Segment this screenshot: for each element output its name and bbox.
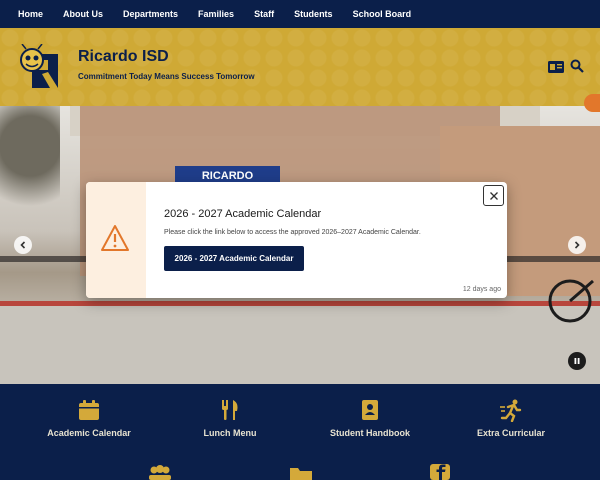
chevron-left-icon <box>20 241 26 249</box>
search-icon[interactable] <box>570 59 584 73</box>
translate-icon[interactable] <box>548 61 564 73</box>
users-icon[interactable] <box>146 464 174 480</box>
slide-pause-button[interactable] <box>568 352 586 370</box>
alert-text: Please click the link below to access th… <box>164 229 421 236</box>
calendar-icon <box>79 400 99 420</box>
yellowjacket-logo[interactable] <box>18 44 66 90</box>
quick-link-label: Extra Curricular <box>476 428 546 438</box>
handbook-icon <box>362 400 378 420</box>
nav-about-us[interactable]: About Us <box>63 9 103 19</box>
quick-links: Academic Calendar Lunch Menu Student Han… <box>0 384 600 480</box>
slide-next-button[interactable] <box>568 236 586 254</box>
nav-school-board[interactable]: School Board <box>353 9 412 19</box>
quick-link-lunch-menu[interactable]: Lunch Menu <box>165 398 295 438</box>
pause-icon <box>574 358 580 364</box>
nav-families[interactable]: Families <box>198 9 234 19</box>
close-icon <box>489 191 498 200</box>
quick-link-label: Student Handbook <box>330 428 410 438</box>
alert-timestamp: 12 days ago <box>462 286 501 293</box>
nav-students[interactable]: Students <box>294 9 333 19</box>
nav-home[interactable]: Home <box>18 9 43 19</box>
slide-prev-button[interactable] <box>14 236 32 254</box>
quick-link-label: Academic Calendar <box>47 428 131 438</box>
quick-link-academic-calendar[interactable]: Academic Calendar <box>24 398 154 438</box>
academic-calendar-link-button[interactable]: 2026 - 2027 Academic Calendar <box>164 246 304 271</box>
chevron-right-icon <box>574 241 580 249</box>
utensils-icon <box>222 400 238 420</box>
alert-side-tab[interactable] <box>584 94 600 112</box>
quick-link-label: Lunch Menu <box>203 428 257 438</box>
alert-modal: 2026 - 2027 Academic Calendar Please cli… <box>86 182 507 298</box>
nav-staff[interactable]: Staff <box>254 9 274 19</box>
alert-icon-panel <box>86 182 146 298</box>
facebook-icon[interactable] <box>430 464 450 480</box>
alert-title: 2026 - 2027 Academic Calendar <box>164 208 322 220</box>
folder-icon[interactable] <box>289 464 313 480</box>
hero-photo-ground <box>0 306 600 384</box>
site-name[interactable]: Ricardo ISD <box>78 48 169 66</box>
nav-departments[interactable]: Departments <box>123 9 178 19</box>
warning-icon <box>101 225 129 251</box>
quick-link-student-handbook[interactable]: Student Handbook <box>305 398 435 438</box>
site-tagline: Commitment Today Means Success Tomorrow <box>78 72 255 81</box>
top-nav: Home About Us Departments Families Staff… <box>0 0 600 28</box>
bicycle-icon <box>548 279 594 323</box>
site-banner: Ricardo ISD Commitment Today Means Succe… <box>0 28 600 106</box>
runner-icon <box>500 399 522 422</box>
quick-link-extra-curricular[interactable]: Extra Curricular <box>446 398 576 438</box>
alert-close-button[interactable] <box>483 185 504 206</box>
hero-photo-tree <box>0 106 60 256</box>
